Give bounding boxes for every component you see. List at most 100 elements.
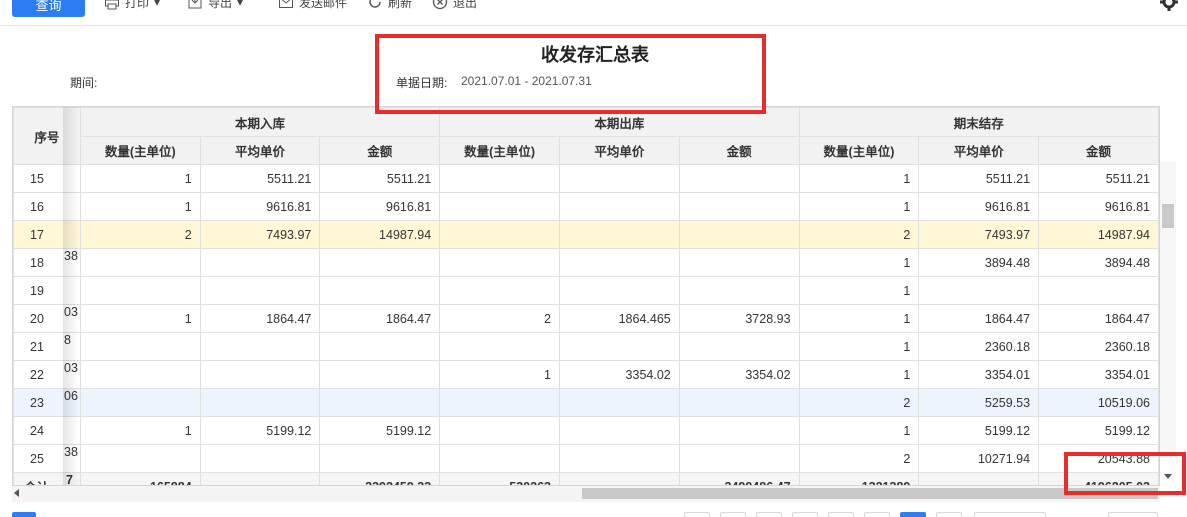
table-cell[interactable] [678,248,800,277]
table-cell[interactable]: 3894.48 [1038,248,1159,277]
table-cell[interactable] [79,444,201,473]
table-cell[interactable] [678,388,800,417]
table-row[interactable]: 24 1 5199.12 5199.12 1 5199.12 5199.12 [13,416,1159,445]
table-cell[interactable]: 1 [798,276,920,305]
table-cell[interactable] [558,332,680,361]
table-cell[interactable]: 2360.18 [1038,332,1159,361]
table-cell[interactable] [79,360,201,389]
table-row[interactable]: 22 03 1 3354.02 3354.02 1 3354.01 3354.01 [13,360,1159,389]
table-cell[interactable]: 1864.465 [558,304,680,333]
column-header[interactable]: 金额 [1038,136,1159,165]
table-cell[interactable]: 2 [798,388,920,417]
table-cell[interactable]: 2 [439,304,560,333]
table-row[interactable]: 17 2 7493.97 14987.94 2 7493.97 14987.94 [13,220,1159,249]
table-cell[interactable]: 1864.47 [1038,304,1159,333]
table-cell[interactable]: 7493.97 [918,220,1040,249]
first-page-button[interactable] [684,512,710,517]
table-cell[interactable] [199,276,321,305]
seq-header[interactable]: 序号 [13,107,81,165]
table-cell[interactable]: 1 [79,164,201,193]
table-cell[interactable]: 3354.01 [918,360,1040,389]
table-row[interactable]: 18 38 1 3894.48 3894.48 [13,248,1159,277]
table-cell[interactable] [558,248,680,277]
table-cell[interactable] [79,332,201,361]
table-cell[interactable]: 1 [798,416,920,445]
table-cell[interactable] [199,332,321,361]
table-cell[interactable]: 1 [798,304,920,333]
table-cell[interactable] [678,164,800,193]
table-cell[interactable]: 5511.21 [1038,164,1159,193]
table-cell[interactable]: 1864.47 [199,304,321,333]
page-button[interactable] [828,512,854,517]
table-cell[interactable] [439,248,560,277]
table-cell[interactable] [558,388,680,417]
table-cell[interactable] [319,276,441,305]
table-cell[interactable]: 9616.81 [918,192,1040,221]
refresh-button[interactable]: 刷新 [367,0,412,10]
table-cell[interactable] [439,388,560,417]
table-cell[interactable] [558,416,680,445]
table-cell[interactable] [678,220,800,249]
column-header[interactable]: 数量(主单位) [798,136,920,165]
next-page-button[interactable] [936,512,962,517]
column-header[interactable]: 平均单价 [918,136,1040,165]
table-cell[interactable]: 3894.48 [918,248,1040,277]
table-cell[interactable]: 5199.12 [199,416,321,445]
table-cell[interactable] [558,220,680,249]
table-cell[interactable] [439,416,560,445]
table-cell[interactable]: 2 [798,220,920,249]
table-row[interactable]: 21 8 1 2360.18 2360.18 [13,332,1159,361]
table-cell[interactable]: 1 [798,332,920,361]
table-cell[interactable]: 14987.94 [1038,220,1159,249]
table-cell[interactable]: 1 [798,248,920,277]
page-size-select[interactable] [1108,512,1158,517]
table-cell[interactable]: 2 [798,444,920,473]
table-cell[interactable]: 14987.94 [319,220,441,249]
table-cell[interactable]: 9616.81 [319,192,441,221]
column-header[interactable]: 数量(主单位) [79,136,201,165]
table-cell[interactable]: 10271.94 [918,444,1040,473]
table-cell[interactable] [678,332,800,361]
prev-page-button[interactable] [720,512,746,517]
table-cell[interactable] [199,388,321,417]
table-cell[interactable] [439,164,560,193]
table-cell[interactable]: 9616.81 [199,192,321,221]
table-cell[interactable]: 1 [798,360,920,389]
table-cell[interactable] [1038,276,1159,305]
table-cell[interactable]: 1 [79,304,201,333]
table-row[interactable]: 16 1 9616.81 9616.81 1 9616.81 9616.81 [13,192,1159,221]
page-button[interactable] [792,512,818,517]
table-cell[interactable]: 1 [798,192,920,221]
print-button[interactable]: 打印 ▾ [104,0,160,10]
table-cell[interactable]: 5199.12 [1038,416,1159,445]
table-cell[interactable]: 5511.21 [319,164,441,193]
table-cell[interactable]: 5199.12 [319,416,441,445]
export-button[interactable]: 导出 ▾ [187,0,243,10]
table-cell[interactable]: 3354.02 [678,360,800,389]
page-jump-input[interactable] [974,512,1046,517]
table-row[interactable]: 23 06 2 5259.53 10519.06 [13,388,1159,417]
send-email-button[interactable]: 发送邮件 [278,0,347,10]
table-cell[interactable]: 2360.18 [918,332,1040,361]
page-button[interactable] [864,512,890,517]
table-row[interactable]: 19 1 [13,276,1159,305]
table-cell[interactable] [558,276,680,305]
table-cell[interactable] [678,192,800,221]
table-cell[interactable]: 5259.53 [918,388,1040,417]
column-header[interactable]: 平均单价 [558,136,680,165]
table-cell[interactable]: 7493.97 [199,220,321,249]
table-cell[interactable] [199,360,321,389]
table-cell[interactable] [439,276,560,305]
table-cell[interactable]: 3728.93 [678,304,800,333]
table-cell[interactable] [558,192,680,221]
column-header[interactable]: 平均单价 [199,136,321,165]
table-cell[interactable]: 9616.81 [1038,192,1159,221]
table-cell[interactable]: 1 [798,164,920,193]
table-cell[interactable] [678,444,800,473]
table-cell[interactable] [439,192,560,221]
table-cell[interactable] [678,276,800,305]
table-cell[interactable]: 10519.06 [1038,388,1159,417]
table-cell[interactable] [439,220,560,249]
table-cell[interactable] [79,248,201,277]
vertical-scrollbar-thumb[interactable] [1162,204,1174,228]
